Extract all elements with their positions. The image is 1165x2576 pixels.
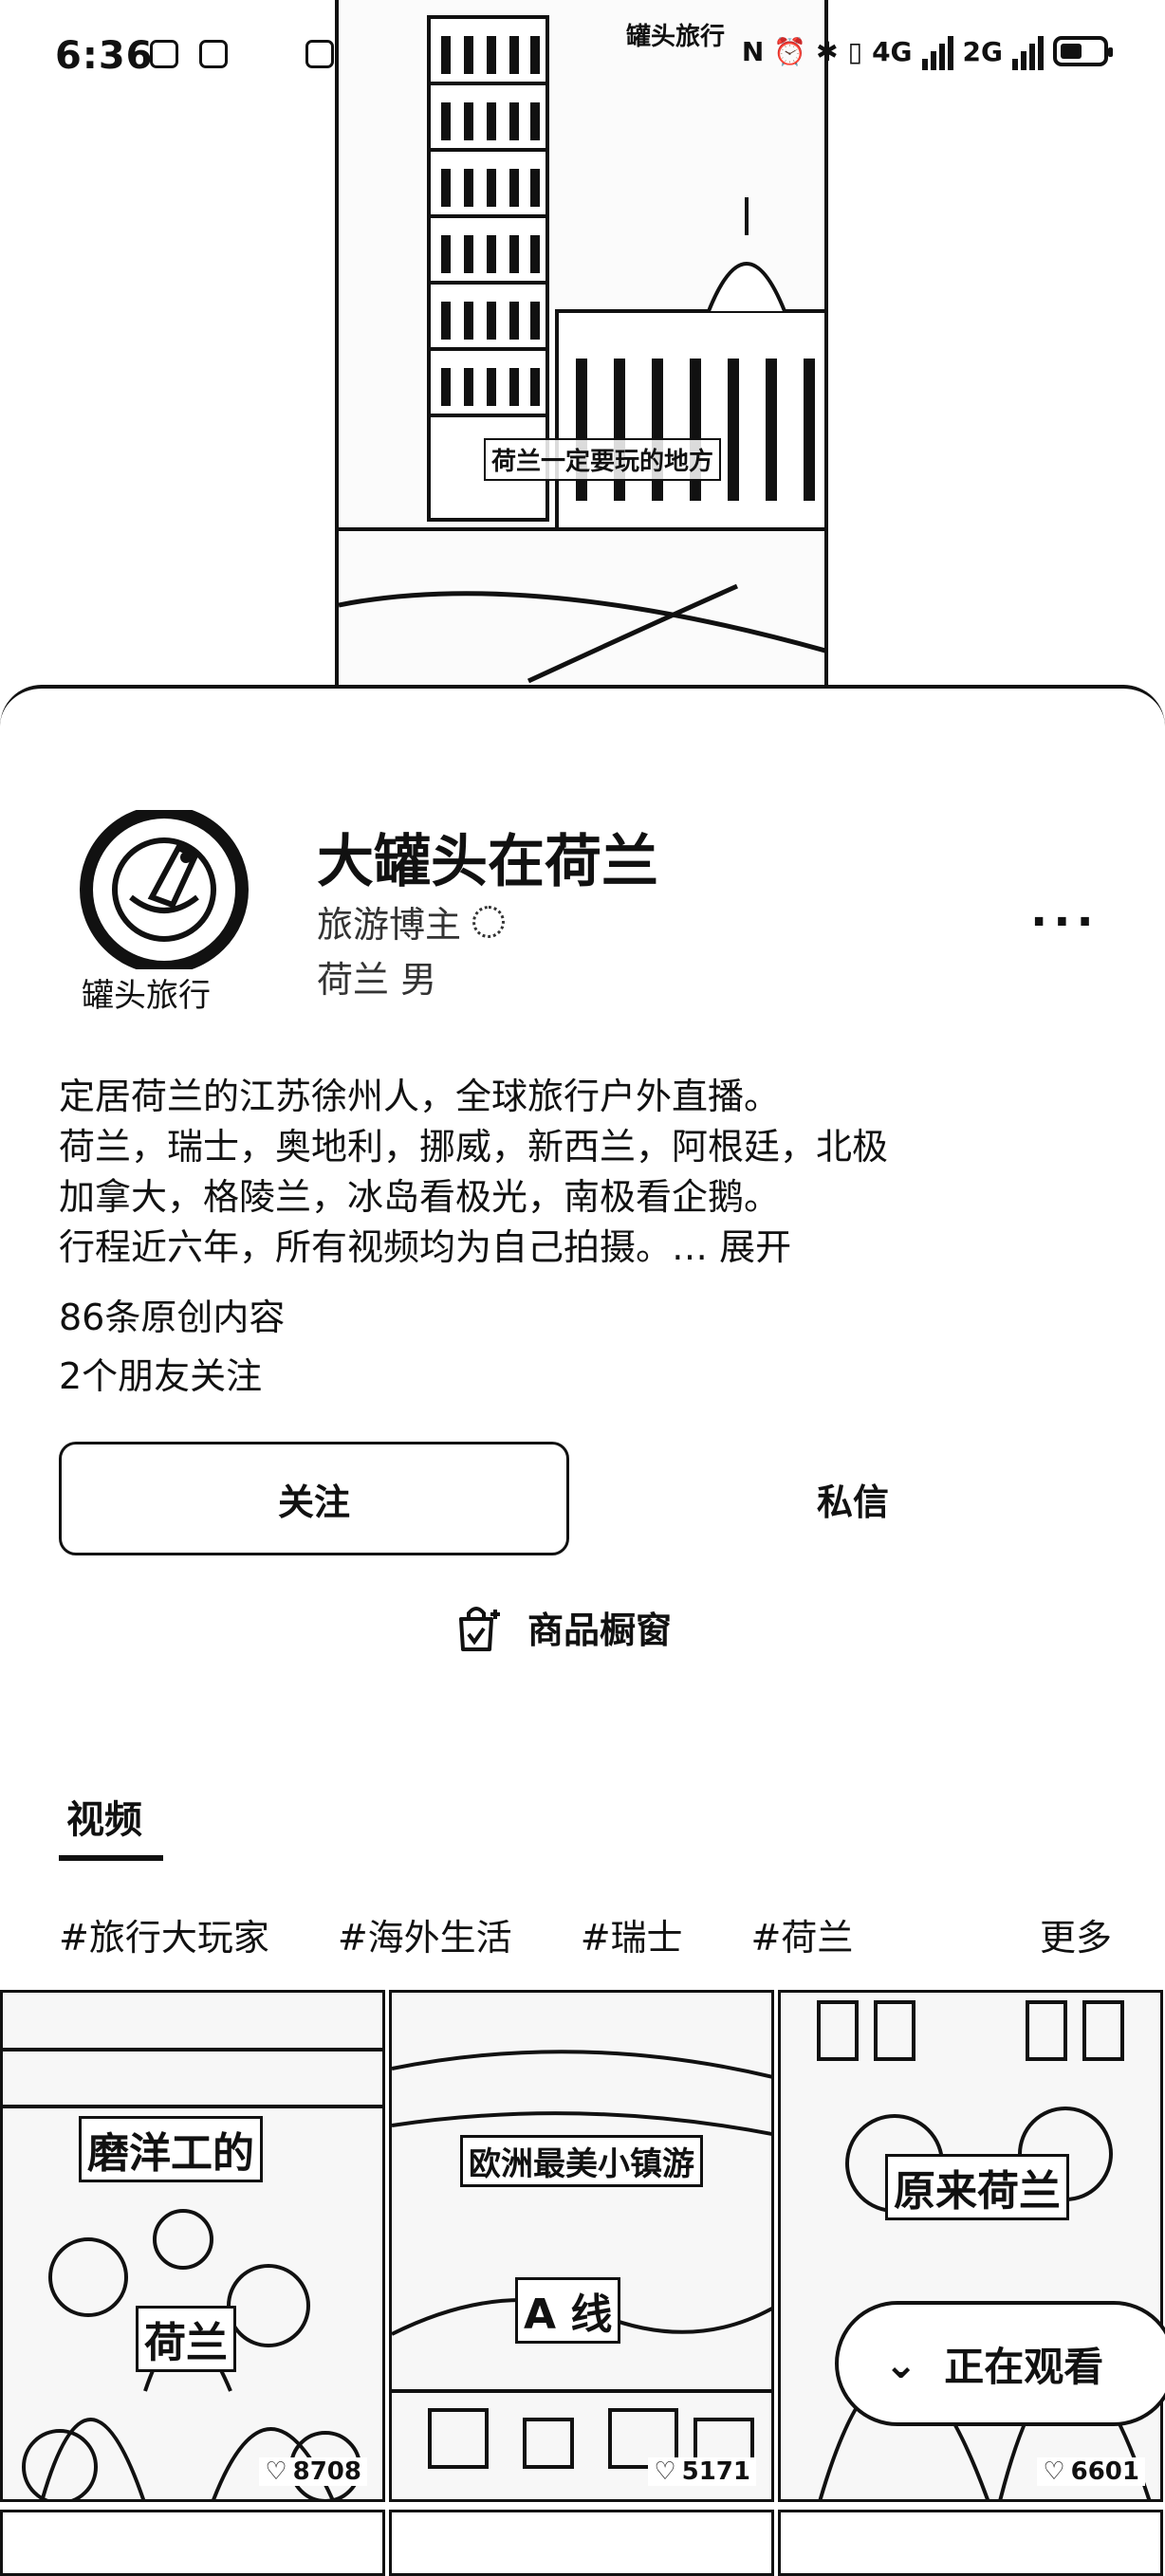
profile-role: 旅游博主 xyxy=(317,895,506,948)
signal-icon xyxy=(921,32,953,70)
like-count-value: 8708 xyxy=(292,2457,361,2486)
heart-icon: ♡ xyxy=(265,2457,287,2486)
vibrate-icon: ▯ xyxy=(847,35,863,67)
video-title: 欧洲最美小镇游 xyxy=(460,2135,703,2187)
tags-more-button[interactable]: 更多 xyxy=(1040,1908,1112,1960)
tag-chip[interactable]: #荷兰 xyxy=(751,1908,854,1960)
bio-line: 定居荷兰的江苏徐州人，全球旅行户外直播。 xyxy=(59,1076,781,1117)
more-options-button[interactable]: ··· xyxy=(1030,895,1100,948)
status-indicators: N ⏰ ✱ ▯ 4G 2G xyxy=(741,32,1113,70)
tag-filter-bar: #旅行大玩家 #海外生活 #瑞士 #荷兰 更多 xyxy=(59,1908,1121,1960)
heart-icon: ♡ xyxy=(1043,2457,1065,2486)
video-thumbnail xyxy=(3,1993,382,2499)
alarm-icon: ⏰ xyxy=(773,35,807,67)
status-bar: 6:36 N ⏰ ✱ ▯ 4G 2G xyxy=(0,27,1165,83)
tag-chip[interactable]: #瑞士 xyxy=(581,1908,683,1960)
like-count: ♡ 8708 xyxy=(259,2457,367,2486)
profile-name: 大罐头在荷兰 xyxy=(317,829,658,895)
notification-icon xyxy=(150,40,178,68)
status-time: 6:36 xyxy=(55,34,154,78)
now-watching-label: 正在观看 xyxy=(944,2343,1104,2390)
role-label: 旅游博主 xyxy=(317,904,462,946)
video-tile[interactable]: 磨洋工的 荷兰 ♡ 8708 xyxy=(0,1990,385,2502)
like-count-value: 6601 xyxy=(1070,2457,1139,2486)
like-count-value: 5171 xyxy=(681,2457,750,2486)
bio-line: 行程近六年，所有视频均为自己拍摄。… xyxy=(59,1226,720,1268)
hero-caption: 荷兰一定要玩的地方 xyxy=(484,438,722,481)
profile-location-gender: 荷兰 男 xyxy=(317,959,437,1001)
original-content-count[interactable]: 86条原创内容 xyxy=(59,1288,285,1340)
like-count: ♡ 5171 xyxy=(648,2457,756,2486)
verified-badge-icon[interactable] xyxy=(472,905,506,938)
nfc-icon: N xyxy=(741,35,765,67)
video-title: 磨洋工的 xyxy=(79,2116,263,2182)
profile-sheet: 罐头旅行 大罐头在荷兰 旅游博主 荷兰 男 ··· 定居荷兰的江苏徐州人，全球旅… xyxy=(0,685,1165,2576)
video-tile[interactable]: 欧洲最美小镇游 A 线 ♡ 5171 xyxy=(389,1990,774,2502)
hero-video-frame[interactable] xyxy=(335,0,828,696)
message-button[interactable]: 私信 xyxy=(600,1442,1106,1555)
like-count: ♡ 6601 xyxy=(1037,2457,1145,2486)
shop-window-button[interactable]: 商品橱窗 xyxy=(453,1601,672,1653)
video-tile[interactable] xyxy=(389,2510,774,2576)
video-tile[interactable] xyxy=(778,2510,1163,2576)
notification-icon xyxy=(199,40,228,68)
avatar-logo-icon xyxy=(80,805,249,974)
leaning-tower-illustration xyxy=(339,0,824,692)
now-watching-button[interactable]: ⌄ 正在观看 xyxy=(835,2301,1165,2426)
tab-video[interactable]: 视频 xyxy=(66,1789,142,1844)
video-tile[interactable] xyxy=(0,2510,385,2576)
follow-button[interactable]: 关注 xyxy=(59,1442,569,1555)
shop-window-label: 商品橱窗 xyxy=(527,1610,673,1651)
avatar[interactable]: 罐头旅行 xyxy=(74,805,250,1015)
heart-icon: ♡ xyxy=(654,2457,676,2486)
tab-active-indicator xyxy=(59,1855,163,1861)
profile-bio: 定居荷兰的江苏徐州人，全球旅行户外直播。 荷兰，瑞士，奥地利，挪威，新西兰，阿根… xyxy=(59,1072,1121,1273)
friends-following[interactable]: 2个朋友关注 xyxy=(59,1347,262,1399)
notification-icon xyxy=(305,40,334,68)
signal-icon xyxy=(1012,32,1044,70)
video-title: 原来荷兰 xyxy=(885,2154,1069,2220)
chevron-down-icon: ⌄ xyxy=(884,2340,918,2387)
video-grid: 磨洋工的 荷兰 ♡ 8708 欧洲最美小镇游 A 线 ♡ 5171 原来荷兰 ♡… xyxy=(0,1990,1165,2576)
bio-line: 加拿大，格陵兰，冰岛看极光，南极看企鹅。 xyxy=(59,1176,781,1218)
video-title: A 线 xyxy=(515,2277,621,2344)
expand-bio-link[interactable]: 展开 xyxy=(719,1226,791,1268)
video-thumbnail xyxy=(392,1993,771,2499)
bio-line: 荷兰，瑞士，奥地利，挪威，新西兰，阿根廷，北极 xyxy=(59,1126,889,1168)
shopping-bag-icon xyxy=(459,1606,500,1651)
avatar-caption: 罐头旅行 xyxy=(82,977,211,1015)
video-preview-hero[interactable]: 罐头旅行 荷兰一定要玩的地方 xyxy=(0,0,1165,721)
network-label: 2G xyxy=(962,35,1003,67)
bluetooth-icon: ✱ xyxy=(816,35,839,67)
video-title: 荷兰 xyxy=(136,2306,236,2372)
battery-icon xyxy=(1053,36,1113,66)
network-label: 4G xyxy=(872,35,913,67)
tag-chip[interactable]: #海外生活 xyxy=(338,1908,512,1960)
tag-chip[interactable]: #旅行大玩家 xyxy=(59,1908,269,1960)
